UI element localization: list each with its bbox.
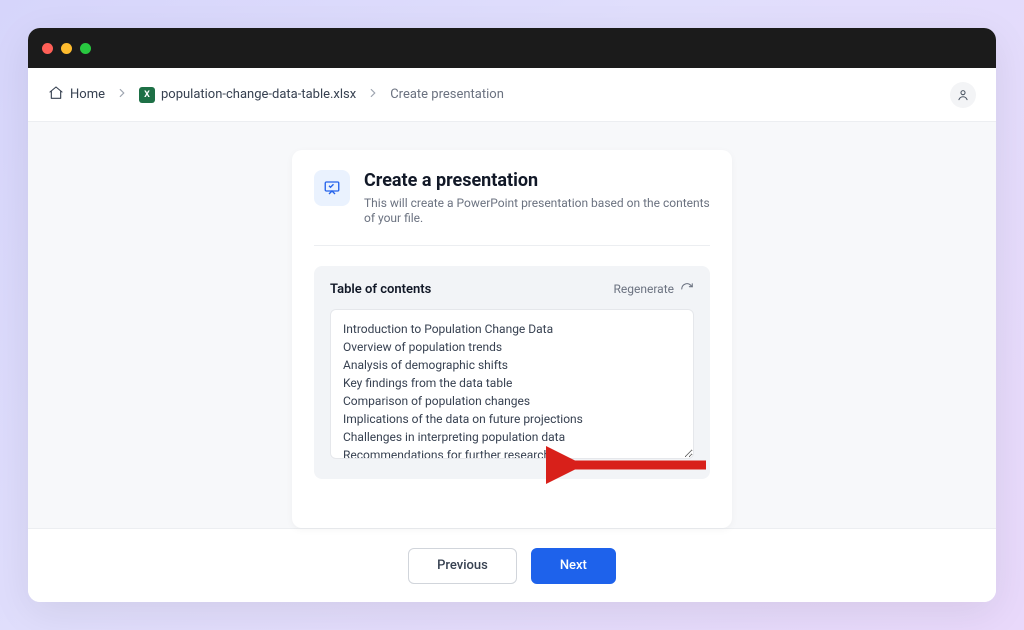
breadcrumb-home[interactable]: Home <box>48 85 105 105</box>
regenerate-label: Regenerate <box>614 282 675 296</box>
regenerate-button[interactable]: Regenerate <box>614 282 695 296</box>
breadcrumb-file[interactable]: population-change-data-table.xlsx <box>139 87 356 103</box>
user-avatar-button[interactable] <box>950 82 976 108</box>
footer-bar: Previous Next <box>28 528 996 602</box>
breadcrumb-bar: Home population-change-data-table.xlsx C… <box>28 68 996 122</box>
card-description: This will create a PowerPoint presentati… <box>364 196 710 227</box>
window-minimize-dot[interactable] <box>61 43 72 54</box>
breadcrumb-file-label: population-change-data-table.xlsx <box>161 87 356 102</box>
divider <box>314 245 710 246</box>
window-maximize-dot[interactable] <box>80 43 91 54</box>
create-presentation-card: Create a presentation This will create a… <box>292 150 732 528</box>
home-icon <box>48 85 64 105</box>
breadcrumb-current: Create presentation <box>390 87 504 102</box>
toc-panel: Table of contents Regenerate <box>314 266 710 479</box>
refresh-icon <box>680 282 694 296</box>
app-window: Home population-change-data-table.xlsx C… <box>28 28 996 602</box>
toc-title: Table of contents <box>330 282 431 297</box>
previous-button[interactable]: Previous <box>408 548 517 584</box>
card-title: Create a presentation <box>364 170 710 192</box>
chevron-right-icon <box>366 85 380 104</box>
chevron-right-icon <box>115 85 129 104</box>
presentation-icon <box>314 170 350 206</box>
window-close-dot[interactable] <box>42 43 53 54</box>
toc-textarea[interactable] <box>330 309 694 459</box>
workspace: Create a presentation This will create a… <box>28 122 996 528</box>
window-titlebar <box>28 28 996 68</box>
breadcrumb-home-label: Home <box>70 87 105 102</box>
excel-file-icon <box>139 87 155 103</box>
next-button[interactable]: Next <box>531 548 616 584</box>
